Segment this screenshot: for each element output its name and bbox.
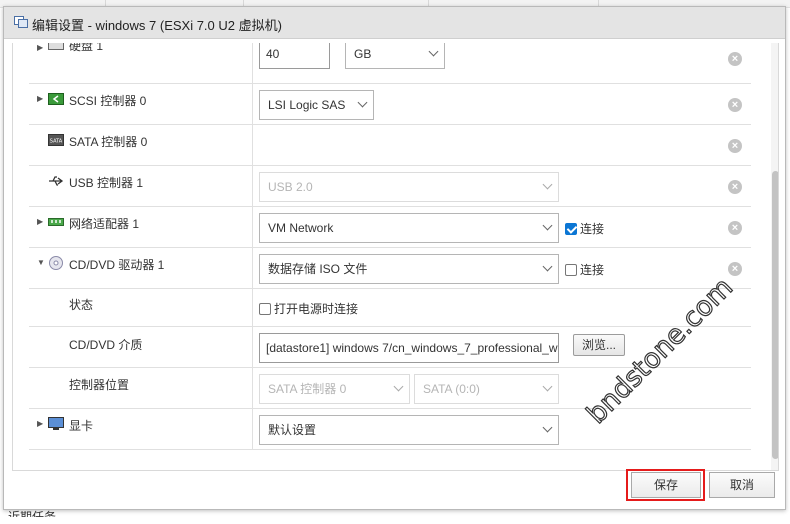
scsi-controller-label: SCSI 控制器 0 [69,94,147,108]
watermark-text: bndstone.com [581,272,739,430]
dialog-title: 编辑设置 - windows 7 (ESXi 7.0 U2 虚拟机) [32,18,282,33]
cd-source-select[interactable]: 数据存储 ISO 文件 [259,254,559,284]
scsi-controller-row: ▶ SCSI 控制器 0 LSI Logic SAS × [29,84,751,125]
save-button-highlight [626,469,705,501]
sata-controller-label: SATA 控制器 0 [69,135,148,149]
nic-connect-label: 连接 [580,222,605,236]
checkbox-icon[interactable] [565,264,577,276]
scsi-controller-icon [48,93,64,105]
remove-device-icon[interactable]: × [728,221,742,235]
remove-device-icon[interactable]: × [728,139,742,153]
power-on-connect-checkbox[interactable]: 打开电源时连接 [259,300,358,317]
watermark: bndstone.com [580,271,739,430]
sata-controller-row: SATA SATA 控制器 0 × [29,125,751,166]
disk-unit-select[interactable]: GB [345,43,445,69]
usb-controller-row: USB 控制器 1 USB 2.0 × [29,166,751,207]
remove-device-icon[interactable]: × [728,52,742,66]
vm-settings-icon [14,16,28,28]
background-recent-tasks: 近期任务 [0,510,790,517]
network-select[interactable]: VM Network [259,213,559,243]
controller-value: SATA 控制器 0 [268,382,347,396]
usb-type-value: USB 2.0 [268,180,313,194]
cd-source-value: 数据存储 ISO 文件 [268,262,368,276]
remove-device-icon[interactable]: × [728,180,742,194]
controller-location-label: 控制器位置 [69,378,130,392]
chevron-down-icon [542,261,553,272]
chevron-down-icon [357,97,368,108]
monitor-icon [48,417,64,430]
scsi-type-select[interactable]: LSI Logic SAS [259,90,374,120]
expand-arrow-icon[interactable]: ▶ [37,43,43,52]
cd-media-label: CD/DVD 介质 [69,338,143,352]
hard-disk-row: ▶ 硬盘 1 40 GB × [29,43,751,84]
cd-dvd-label: CD/DVD 驱动器 1 [69,258,165,272]
disk-size-input[interactable]: 40 [259,43,330,69]
video-setting-select[interactable]: 默认设置 [259,415,559,445]
video-card-label: 显卡 [69,419,94,433]
usb-controller-label: USB 控制器 1 [69,176,144,190]
remove-device-icon[interactable]: × [728,98,742,112]
scsi-type-value: LSI Logic SAS [268,98,346,112]
expand-arrow-icon[interactable]: ▶ [37,419,43,428]
expand-arrow-icon[interactable]: ▶ [37,94,43,103]
network-adapter-label: 网络适配器 1 [69,217,140,231]
checkbox-checked-icon[interactable] [565,223,577,235]
cancel-button[interactable]: 取消 [709,472,775,498]
cd-media-path-input[interactable]: [datastore1] windows 7/cn_windows_7_prof… [259,333,559,363]
chevron-down-icon [542,381,553,392]
chevron-down-icon [542,179,553,190]
collapse-arrow-icon[interactable]: ▼ [37,258,45,267]
nic-connect-checkbox[interactable]: 连接 [565,220,604,237]
network-adapter-icon [48,218,64,226]
disk-unit-value: GB [354,47,372,61]
chevron-down-icon [542,220,553,231]
dialog-titlebar: 编辑设置 - windows 7 (ESXi 7.0 U2 虚拟机) [4,7,785,39]
sata-controller-icon: SATA [48,134,64,146]
usb-icon [49,176,64,186]
cd-dvd-icon [49,256,63,270]
network-value: VM Network [268,221,334,235]
hard-disk-icon [48,43,64,50]
chevron-down-icon [428,46,439,57]
chevron-down-icon [542,422,553,433]
slot-value: SATA (0:0) [423,382,480,396]
network-adapter-row: ▶ 网络适配器 1 VM Network 连接 × [29,207,751,248]
recent-tasks-label: 近期任务 [8,510,57,524]
power-on-connect-label: 打开电源时连接 [274,302,359,316]
slot-select: SATA (0:0) [414,374,559,404]
usb-type-select: USB 2.0 [259,172,559,202]
expand-arrow-icon[interactable]: ▶ [37,217,43,226]
controller-select: SATA 控制器 0 [259,374,410,404]
checkbox-icon[interactable] [259,303,271,315]
video-setting-value: 默认设置 [268,423,317,437]
svg-text:SATA: SATA [50,139,63,145]
chevron-down-icon [393,381,404,392]
cd-status-label: 状态 [69,298,94,312]
hard-disk-label: 硬盘 1 [69,43,104,53]
screen: 近期任务 编辑设置 - windows 7 (ESXi 7.0 U2 虚拟机) … [0,0,790,517]
